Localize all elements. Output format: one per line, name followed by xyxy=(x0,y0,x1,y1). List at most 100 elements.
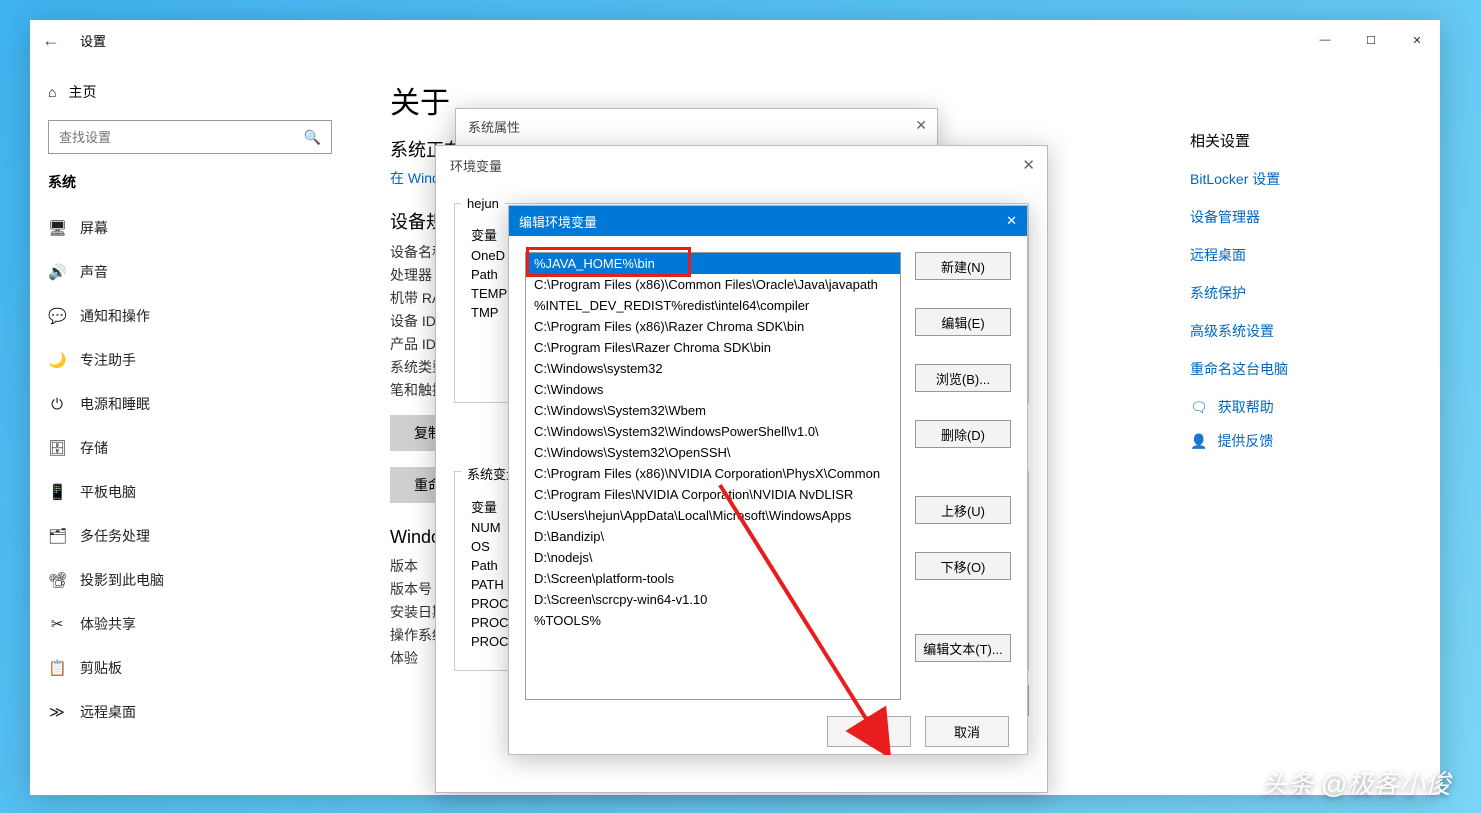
movedown-button[interactable]: 下移(O) xyxy=(915,552,1011,580)
watermark: 头条 @极客小俊 xyxy=(1261,764,1451,801)
editenv-cancel-button[interactable]: 取消 xyxy=(925,716,1009,747)
sidebar-item-11[interactable]: ≫ 远程桌面 xyxy=(48,690,332,734)
sidebar-item-1[interactable]: 🔊 声音 xyxy=(48,250,332,294)
edit-env-dialog: 编辑环境变量 ✕ %JAVA_HOME%\binC:\Program Files… xyxy=(508,205,1028,755)
nav-icon: 💬 xyxy=(48,307,66,325)
system-properties-dialog: 系统属性 ✕ xyxy=(455,108,938,146)
path-entry[interactable]: C:\Windows\System32\Wbem xyxy=(526,400,900,421)
editenv-close-icon[interactable]: ✕ xyxy=(1006,213,1017,229)
nav-label: 屏幕 xyxy=(80,218,108,238)
editenv-title: 编辑环境变量 xyxy=(519,212,597,231)
nav-label: 剪贴板 xyxy=(80,658,122,678)
sysprops-title: 系统属性 xyxy=(456,109,937,144)
maximize-button[interactable]: ☐ xyxy=(1348,20,1394,60)
nav-icon: ⏻ xyxy=(48,396,66,413)
envdialog-title: 环境变量 xyxy=(436,146,1047,185)
path-entry[interactable]: C:\Program Files (x86)\Razer Chroma SDK\… xyxy=(526,316,900,337)
sidebar-item-7[interactable]: 🗂 多任务处理 xyxy=(48,514,332,558)
path-entry[interactable]: C:\Windows\system32 xyxy=(526,358,900,379)
sidebar-item-3[interactable]: 🌙 专注助手 xyxy=(48,338,332,382)
sidebar-item-0[interactable]: 🖥 屏幕 xyxy=(48,206,332,250)
nav-icon: 🗂 xyxy=(48,527,66,545)
nav-label: 体验共享 xyxy=(80,614,136,634)
feedback-label: 提供反馈 xyxy=(1217,431,1273,451)
path-entry[interactable]: %INTEL_DEV_REDIST%redist\intel64\compile… xyxy=(526,295,900,316)
nav-label: 电源和睡眠 xyxy=(80,394,150,414)
close-button[interactable]: ✕ xyxy=(1394,20,1440,60)
sidebar-item-8[interactable]: 📽 投影到此电脑 xyxy=(48,558,332,602)
sidebar: ⌂ 主页 🔍 系统 🖥屏幕🔊声音💬通知和操作🌙专注助手⏻电源和睡眠🗄存储📱平板电… xyxy=(30,60,350,795)
nav-label: 投影到此电脑 xyxy=(80,570,164,590)
feedback-icon: 👤 xyxy=(1190,433,1207,450)
related-title: 相关设置 xyxy=(1190,130,1410,151)
home-link[interactable]: ⌂ 主页 xyxy=(48,82,332,102)
nav-label: 多任务处理 xyxy=(80,526,150,546)
home-icon: ⌂ xyxy=(48,84,56,100)
related-link[interactable]: 远程桌面 xyxy=(1190,245,1410,265)
nav-icon: 🗄 xyxy=(48,439,66,457)
back-icon[interactable]: ← xyxy=(42,30,60,51)
path-entry[interactable]: C:\Windows\System32\OpenSSH\ xyxy=(526,442,900,463)
sidebar-item-4[interactable]: ⏻ 电源和睡眠 xyxy=(48,382,332,426)
nav-icon: 📱 xyxy=(48,483,66,501)
path-entry[interactable]: D:\Screen\scrcpy-win64-v1.10 xyxy=(526,589,900,610)
path-entry[interactable]: C:\Windows\System32\WindowsPowerShell\v1… xyxy=(526,421,900,442)
nav-icon: 🖥 xyxy=(48,219,66,237)
nav-icon: 🔊 xyxy=(48,263,66,281)
related-link[interactable]: 系统保护 xyxy=(1190,283,1410,303)
moveup-button[interactable]: 上移(U) xyxy=(915,496,1011,524)
path-entry[interactable]: C:\Program Files (x86)\Common Files\Orac… xyxy=(526,274,900,295)
path-entry[interactable]: D:\Screen\platform-tools xyxy=(526,568,900,589)
nav-icon: ✂ xyxy=(48,615,66,633)
edit-button[interactable]: 编辑(E) xyxy=(915,308,1011,336)
search-icon: 🔍 xyxy=(304,129,321,146)
search-input[interactable] xyxy=(59,130,304,145)
path-entry[interactable]: %TOOLS% xyxy=(526,610,900,631)
window-title: 设置 xyxy=(80,31,106,50)
sidebar-item-6[interactable]: 📱 平板电脑 xyxy=(48,470,332,514)
browse-button[interactable]: 浏览(B)... xyxy=(915,364,1011,392)
path-list[interactable]: %JAVA_HOME%\binC:\Program Files (x86)\Co… xyxy=(525,252,901,700)
related-settings: 相关设置 BitLocker 设置设备管理器远程桌面系统保护高级系统设置重命名这… xyxy=(1190,130,1410,465)
help-label: 获取帮助 xyxy=(1218,397,1274,417)
path-entry[interactable]: D:\Bandizip\ xyxy=(526,526,900,547)
titlebar: ← 设置 — ☐ ✕ xyxy=(30,20,1440,60)
related-link[interactable]: 设备管理器 xyxy=(1190,207,1410,227)
nav-icon: 📋 xyxy=(48,659,66,677)
sidebar-item-10[interactable]: 📋 剪贴板 xyxy=(48,646,332,690)
sysprops-close-icon[interactable]: ✕ xyxy=(915,117,927,134)
related-link[interactable]: BitLocker 设置 xyxy=(1190,169,1410,189)
nav-label: 平板电脑 xyxy=(80,482,136,502)
editenv-ok-button[interactable]: 确定 xyxy=(827,716,911,747)
envdialog-close-icon[interactable]: ✕ xyxy=(1022,156,1035,174)
delete-button[interactable]: 删除(D) xyxy=(915,420,1011,448)
path-entry[interactable]: C:\Users\hejun\AppData\Local\Microsoft\W… xyxy=(526,505,900,526)
new-button[interactable]: 新建(N) xyxy=(915,252,1011,280)
edittext-button[interactable]: 编辑文本(T)... xyxy=(915,634,1011,662)
related-link[interactable]: 重命名这台电脑 xyxy=(1190,359,1410,379)
nav-label: 声音 xyxy=(80,262,108,282)
nav-icon: 🌙 xyxy=(48,351,66,369)
nav-icon: 📽 xyxy=(48,571,66,589)
sidebar-item-5[interactable]: 🗄 存储 xyxy=(48,426,332,470)
feedback-link[interactable]: 👤 提供反馈 xyxy=(1190,431,1410,451)
related-link[interactable]: 高级系统设置 xyxy=(1190,321,1410,341)
nav-label: 专注助手 xyxy=(80,350,136,370)
nav-label: 存储 xyxy=(80,438,108,458)
user-vars-label: hejun xyxy=(461,194,505,213)
path-entry[interactable]: %JAVA_HOME%\bin xyxy=(526,253,900,274)
nav-label: 远程桌面 xyxy=(80,702,136,722)
path-entry[interactable]: C:\Program Files (x86)\NVIDIA Corporatio… xyxy=(526,463,900,484)
path-entry[interactable]: C:\Program Files\Razer Chroma SDK\bin xyxy=(526,337,900,358)
get-help-link[interactable]: 🗨 获取帮助 xyxy=(1190,397,1410,417)
path-entry[interactable]: C:\Program Files\NVIDIA Corporation\NVID… xyxy=(526,484,900,505)
nav-label: 通知和操作 xyxy=(80,306,150,326)
help-icon: 🗨 xyxy=(1190,399,1208,416)
nav-icon: ≫ xyxy=(48,703,66,721)
minimize-button[interactable]: — xyxy=(1302,20,1348,60)
sidebar-item-2[interactable]: 💬 通知和操作 xyxy=(48,294,332,338)
sidebar-item-9[interactable]: ✂ 体验共享 xyxy=(48,602,332,646)
path-entry[interactable]: D:\nodejs\ xyxy=(526,547,900,568)
search-box[interactable]: 🔍 xyxy=(48,120,332,154)
path-entry[interactable]: C:\Windows xyxy=(526,379,900,400)
